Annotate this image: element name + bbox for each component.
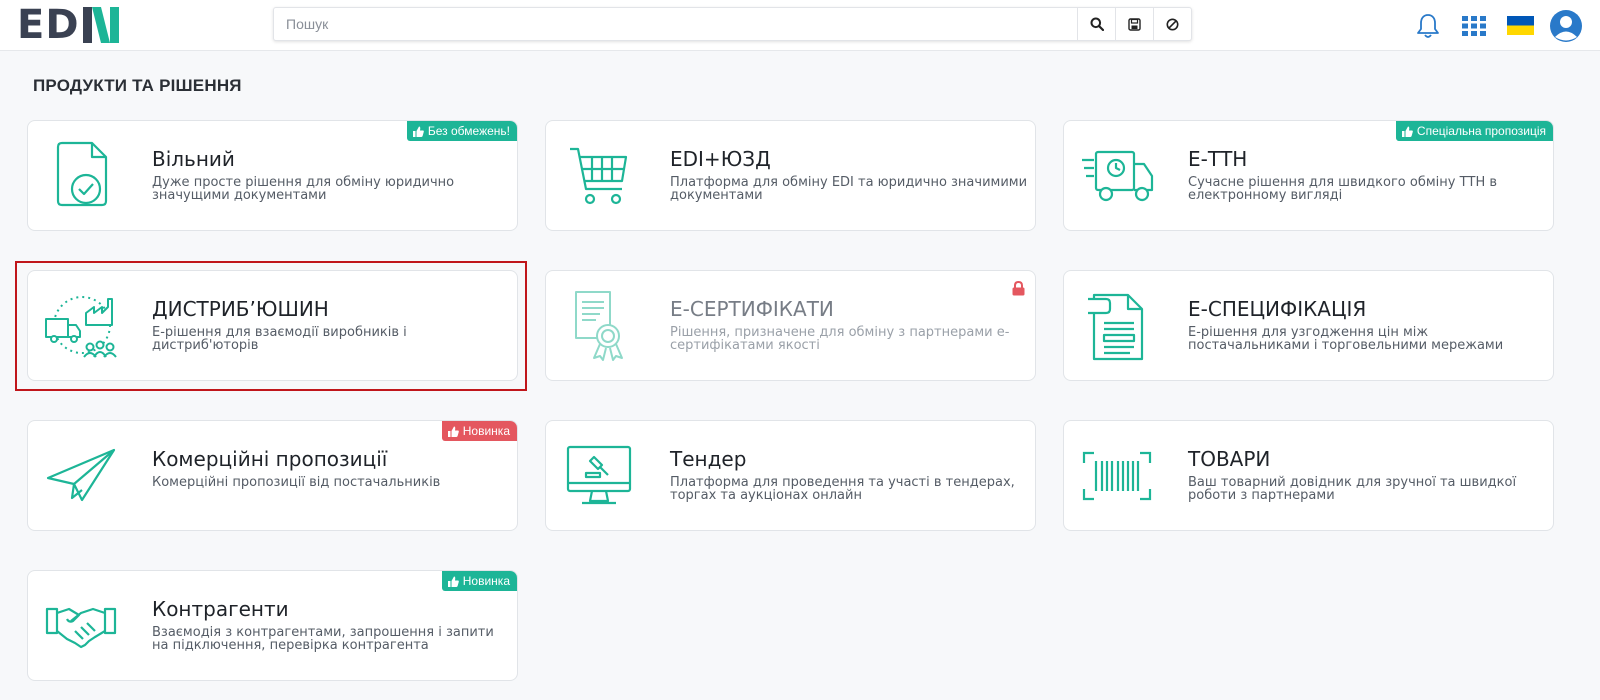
ban-icon — [1166, 18, 1179, 30]
language-switcher[interactable] — [1500, 0, 1540, 51]
card-title: Вільний — [152, 147, 235, 171]
user-profile-button[interactable] — [1546, 0, 1586, 51]
specification-icon — [1080, 289, 1154, 363]
logo-text: ED — [17, 2, 80, 48]
product-card-distribution[interactable]: ДИСТРИБ’ЮШИН Е-рішення для взаємодії вир… — [27, 270, 518, 381]
badge-label: Спеціальна пропозиція — [1416, 124, 1546, 138]
card-title: Е-ТТН — [1188, 147, 1248, 171]
card-title: Е-СЕРТИФІКАТИ — [670, 297, 834, 321]
badge-new: Новинка — [441, 421, 517, 441]
badge-special-offer: Спеціальна пропозиція — [1395, 121, 1553, 141]
user-avatar-icon — [1550, 9, 1582, 42]
product-card-edi-yuzd[interactable]: EDI+ЮЗД Платформа для обміну EDI та юрид… — [545, 120, 1036, 231]
card-title: Тендер — [670, 447, 747, 471]
card-description: Взаємодія з контрагентами, запрошення і … — [152, 625, 494, 653]
card-description: Ваш товарний довідник для зручної та шви… — [1188, 475, 1517, 503]
badge-label: Без обмежень! — [427, 124, 510, 138]
thumbs-up-icon — [1401, 126, 1413, 137]
search-input[interactable] — [274, 8, 1077, 40]
product-card-goods[interactable]: ТОВАРИ Ваш товарний довідник для зручної… — [1063, 420, 1554, 531]
distribution-icon — [44, 289, 118, 363]
search-bar — [273, 7, 1192, 41]
tender-monitor-icon — [562, 439, 636, 513]
ukraine-flag-icon — [1506, 16, 1534, 35]
product-card-e-certificates[interactable]: Е-СЕРТИФІКАТИ Рішення, призначене для об… — [545, 270, 1036, 381]
card-description: Дуже просте рішення для обміну юридично … — [152, 175, 455, 203]
card-description: Е-рішення для узгодження цін між постача… — [1188, 325, 1504, 353]
top-bar: ED N — [0, 0, 1600, 51]
search-button[interactable] — [1077, 8, 1115, 40]
product-card-vilnyi[interactable]: Вільний Дуже просте рішення для обміну ю… — [27, 120, 518, 231]
product-card-commercial-offers[interactable]: Комерційні пропозиції Комерційні пропози… — [27, 420, 518, 531]
card-description: Е-рішення для взаємодії виробників і дис… — [152, 325, 407, 353]
thumbs-up-icon — [447, 576, 459, 587]
product-card-e-specification[interactable]: Е-СПЕЦИФІКАЦІЯ Е-рішення для узгодження … — [1063, 270, 1554, 381]
save-search-button[interactable] — [1115, 8, 1153, 40]
paper-plane-icon — [44, 439, 118, 513]
lock-icon — [1012, 280, 1025, 301]
card-description: Платформа для обміну EDI та юридично зна… — [670, 175, 1028, 203]
shopping-cart-icon — [562, 139, 636, 213]
search-icon — [1090, 17, 1104, 31]
product-card-e-ttn[interactable]: Е-ТТН Сучасне рішення для швидкого обмін… — [1063, 120, 1554, 231]
notifications-button[interactable] — [1408, 0, 1448, 51]
card-description: Комерційні пропозиції від постачальників — [152, 475, 441, 490]
page-title: ПРОДУКТИ ТА РІШЕННЯ — [33, 76, 242, 95]
delivery-truck-icon — [1080, 139, 1154, 213]
badge-new: Новинка — [441, 571, 517, 591]
product-card-counterparties[interactable]: Контрагенти Взаємодія з контрагентами, з… — [27, 570, 518, 681]
card-title: EDI+ЮЗД — [670, 147, 771, 171]
apps-menu-button[interactable] — [1454, 0, 1494, 51]
grid-icon — [1462, 15, 1486, 36]
card-description: Сучасне рішення для швидкого обміну ТТН … — [1188, 175, 1498, 203]
barcode-icon — [1080, 439, 1154, 513]
certificate-icon — [562, 289, 636, 363]
card-title: ДИСТРИБ’ЮШИН — [152, 297, 329, 321]
badge-label: Новинка — [462, 424, 510, 438]
logo-n-mark: N — [82, 7, 119, 43]
card-description: Рішення, призначене для обміну з партнер… — [670, 325, 1010, 353]
badge-label: Новинка — [462, 574, 510, 588]
thumbs-up-icon — [412, 126, 424, 137]
document-check-icon — [44, 139, 118, 213]
bell-icon — [1417, 13, 1439, 38]
card-title: Е-СПЕЦИФІКАЦІЯ — [1188, 297, 1367, 321]
card-title: Контрагенти — [152, 597, 289, 621]
product-card-tender[interactable]: Тендер Платформа для проведення та участ… — [545, 420, 1036, 531]
floppy-disk-icon — [1128, 17, 1141, 31]
clear-search-button[interactable] — [1153, 8, 1191, 40]
card-description: Платформа для проведення та участі в тен… — [670, 475, 1015, 503]
card-title: ТОВАРИ — [1188, 447, 1271, 471]
thumbs-up-icon — [447, 426, 459, 437]
card-title: Комерційні пропозиції — [152, 447, 388, 471]
handshake-icon — [44, 589, 118, 663]
badge-unlimited: Без обмежень! — [406, 121, 517, 141]
edin-logo[interactable]: ED N — [17, 2, 119, 48]
